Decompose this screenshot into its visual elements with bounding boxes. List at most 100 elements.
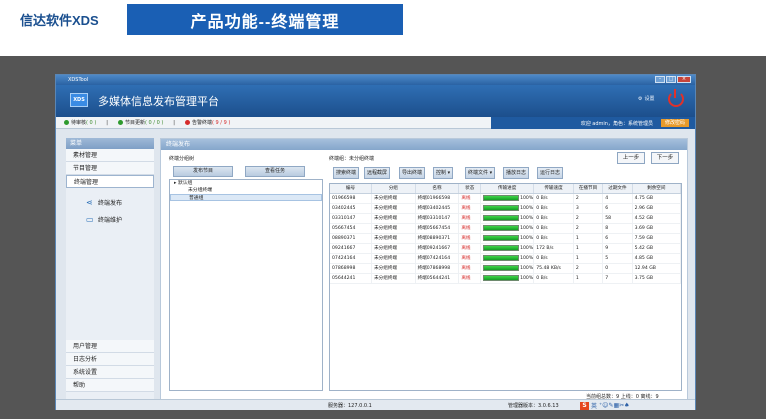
sidebar-item-users[interactable]: 用户管理: [66, 340, 154, 353]
sidebar-item-logs[interactable]: 日志分析: [66, 353, 154, 366]
search-terminal-button[interactable]: 搜索终端: [333, 167, 360, 179]
export-terminal-button[interactable]: 导出终端: [399, 167, 426, 179]
tree-node-normal[interactable]: 普通组: [170, 194, 322, 201]
progress-percent: 100%: [520, 266, 534, 272]
cell-playing: 2: [573, 193, 604, 204]
view-task-button[interactable]: 查看任务: [245, 166, 305, 177]
table-row[interactable]: 09241667 未分组终端 终端09241667 离线 100% 172 B/s 1 9 5.…: [330, 243, 682, 254]
cell-status: 离线: [458, 263, 482, 274]
publish-program-button[interactable]: 发布节目: [173, 166, 233, 177]
sidebar-head: 菜单: [66, 138, 154, 149]
table-row[interactable]: 08890371 未分组终端 终端08890371 离线 100% 0 B/s 1 6 7.59…: [330, 233, 682, 244]
cell-group: 未分组终端: [371, 213, 416, 224]
sidebar-item-programs[interactable]: 节目管理: [66, 162, 154, 175]
column-header[interactable]: 在播节目: [573, 184, 604, 194]
sidebar-sub-maintain-label: 终端维护: [98, 217, 123, 224]
cell-speed: 0 B/s: [533, 193, 574, 204]
app-logo: XDS: [70, 93, 88, 107]
window-titlebar: XDSTool – □ ×: [56, 75, 695, 85]
app-header: XDS 多媒体信息发布管理平台 ⚙ 设置: [56, 85, 695, 117]
cell-id: 08890371: [330, 233, 373, 244]
cell-name: 终端08890371: [415, 233, 460, 244]
ime-icons: ⁺☺✎▦✂♠: [599, 402, 630, 409]
sidebar-item-settings[interactable]: 系统设置: [66, 366, 154, 379]
terminal-files-dropdown[interactable]: 终端文件: [465, 167, 496, 179]
table-row[interactable]: 01966598 未分组终端 终端01966598 离线 100% 0 B/s 2 4 4.75…: [330, 193, 682, 204]
status-item[interactable]: 待审核( 0 ): [64, 119, 96, 126]
status-dot-icon: [184, 120, 190, 125]
progress-percent: 100%: [520, 276, 534, 282]
app-title: 多媒体信息发布管理平台: [98, 96, 219, 108]
table-row[interactable]: 03310147 未分组终端 终端03310147 离线 100% 0 B/s 2 58 4.5…: [330, 213, 682, 224]
control-dropdown[interactable]: 控制: [433, 167, 454, 179]
column-header[interactable]: 状态: [458, 184, 482, 194]
cell-speed: 0 B/s: [533, 273, 574, 284]
table-row[interactable]: 07424164 未分组终端 终端07424164 离线 100% 0 B/s 1 5 4.85…: [330, 253, 682, 264]
cell-status: 离线: [458, 233, 482, 244]
table-row[interactable]: 05667454 未分组终端 终端05667454 离线 100% 0 B/s 2 8 3.69…: [330, 223, 682, 234]
cell-playing: 1: [573, 243, 604, 254]
current-group-label: 终端组：未分组终端: [329, 156, 375, 162]
settings-label: 设置: [644, 96, 655, 102]
cell-name: 终端05667454: [415, 223, 460, 234]
cell-name: 终端05644241: [415, 273, 460, 284]
cell-expired: 4: [602, 193, 633, 204]
cell-status: 离线: [458, 223, 482, 234]
cell-space: 4.52 GB: [632, 213, 682, 224]
cell-progress: 100%: [480, 263, 535, 274]
progress-percent: 100%: [520, 246, 534, 252]
change-password-button[interactable]: 修改密码: [660, 119, 689, 127]
sidebar-item-terminals[interactable]: 终端管理: [66, 175, 154, 188]
column-header[interactable]: 传输进度: [480, 184, 535, 194]
progress-percent: 100%: [520, 216, 534, 222]
progress-bar: [483, 244, 520, 251]
tree-node-default[interactable]: ▸ 默认组: [170, 180, 322, 187]
status-value: ( 9 / 9 ): [212, 119, 231, 126]
cell-id: 03310147: [330, 213, 373, 224]
sidebar-sub-maintain[interactable]: ▭ 终端维护: [66, 211, 154, 228]
column-header[interactable]: 传输速度: [533, 184, 574, 194]
minimize-button[interactable]: –: [655, 76, 665, 83]
cell-speed: 0 B/s: [533, 253, 574, 264]
cell-speed: 75.48 KB/s: [533, 263, 574, 274]
column-header[interactable]: 过期文件: [602, 184, 633, 194]
table-row[interactable]: 05644241 未分组终端 终端05644241 离线 100% 0 B/s 1 7 3.75…: [330, 273, 682, 284]
tree-node-ungrouped[interactable]: 未分组终端: [170, 187, 322, 194]
prev-step-button[interactable]: 上一步: [617, 152, 645, 164]
sidebar-sub-publish[interactable]: ⋖ 终端发布: [66, 194, 154, 211]
column-header[interactable]: 分组: [371, 184, 416, 194]
cell-group: 未分组终端: [371, 253, 416, 264]
cell-id: 03402445: [330, 203, 373, 214]
cell-expired: 5: [602, 253, 633, 264]
maximize-button[interactable]: □: [666, 76, 676, 83]
close-button[interactable]: ×: [677, 76, 691, 83]
next-step-button[interactable]: 下一步: [651, 152, 679, 164]
cell-progress: 100%: [480, 273, 535, 284]
cell-playing: 1: [573, 253, 604, 264]
sidebar-item-help[interactable]: 帮助: [66, 379, 154, 392]
remote-screenshot-button[interactable]: 远程截屏: [364, 167, 391, 179]
ime-toolbar[interactable]: S 英 ⁺☺✎▦✂♠: [580, 401, 630, 410]
play-log-button[interactable]: 播放日志: [503, 167, 530, 179]
run-log-button[interactable]: 运行日志: [537, 167, 564, 179]
sidebar-item-materials[interactable]: 素材管理: [66, 149, 154, 162]
status-item[interactable]: 告警终端( 9 / 9 ): [184, 119, 231, 126]
table-row[interactable]: 07868998 未分组终端 终端07868998 离线 100% 75.48 KB/s 2…: [330, 263, 682, 274]
content-title: 终端发布: [166, 141, 191, 148]
group-tree: ▸ 默认组 未分组终端 普通组: [169, 179, 323, 391]
cell-expired: 6: [602, 233, 633, 244]
cell-progress: 100%: [480, 243, 535, 254]
status-value: ( 0 / 0 ): [144, 119, 164, 126]
table-row[interactable]: 03402445 未分组终端 终端03402445 离线 100% 0 B/s 3 6 2.96…: [330, 203, 682, 214]
cell-group: 未分组终端: [371, 223, 416, 234]
cell-group: 未分组终端: [371, 193, 416, 204]
cell-status: 离线: [458, 213, 482, 224]
column-header[interactable]: 编号: [330, 184, 373, 194]
column-header[interactable]: 名称: [415, 184, 460, 194]
progress-bar: [483, 254, 520, 261]
power-icon[interactable]: [668, 89, 684, 107]
status-item[interactable]: 节目更新( 0 / 0 ): [117, 119, 164, 126]
settings-button[interactable]: ⚙ 设置: [638, 95, 655, 103]
column-header[interactable]: 剩余空间: [632, 184, 682, 194]
cell-space: 4.75 GB: [632, 193, 682, 204]
